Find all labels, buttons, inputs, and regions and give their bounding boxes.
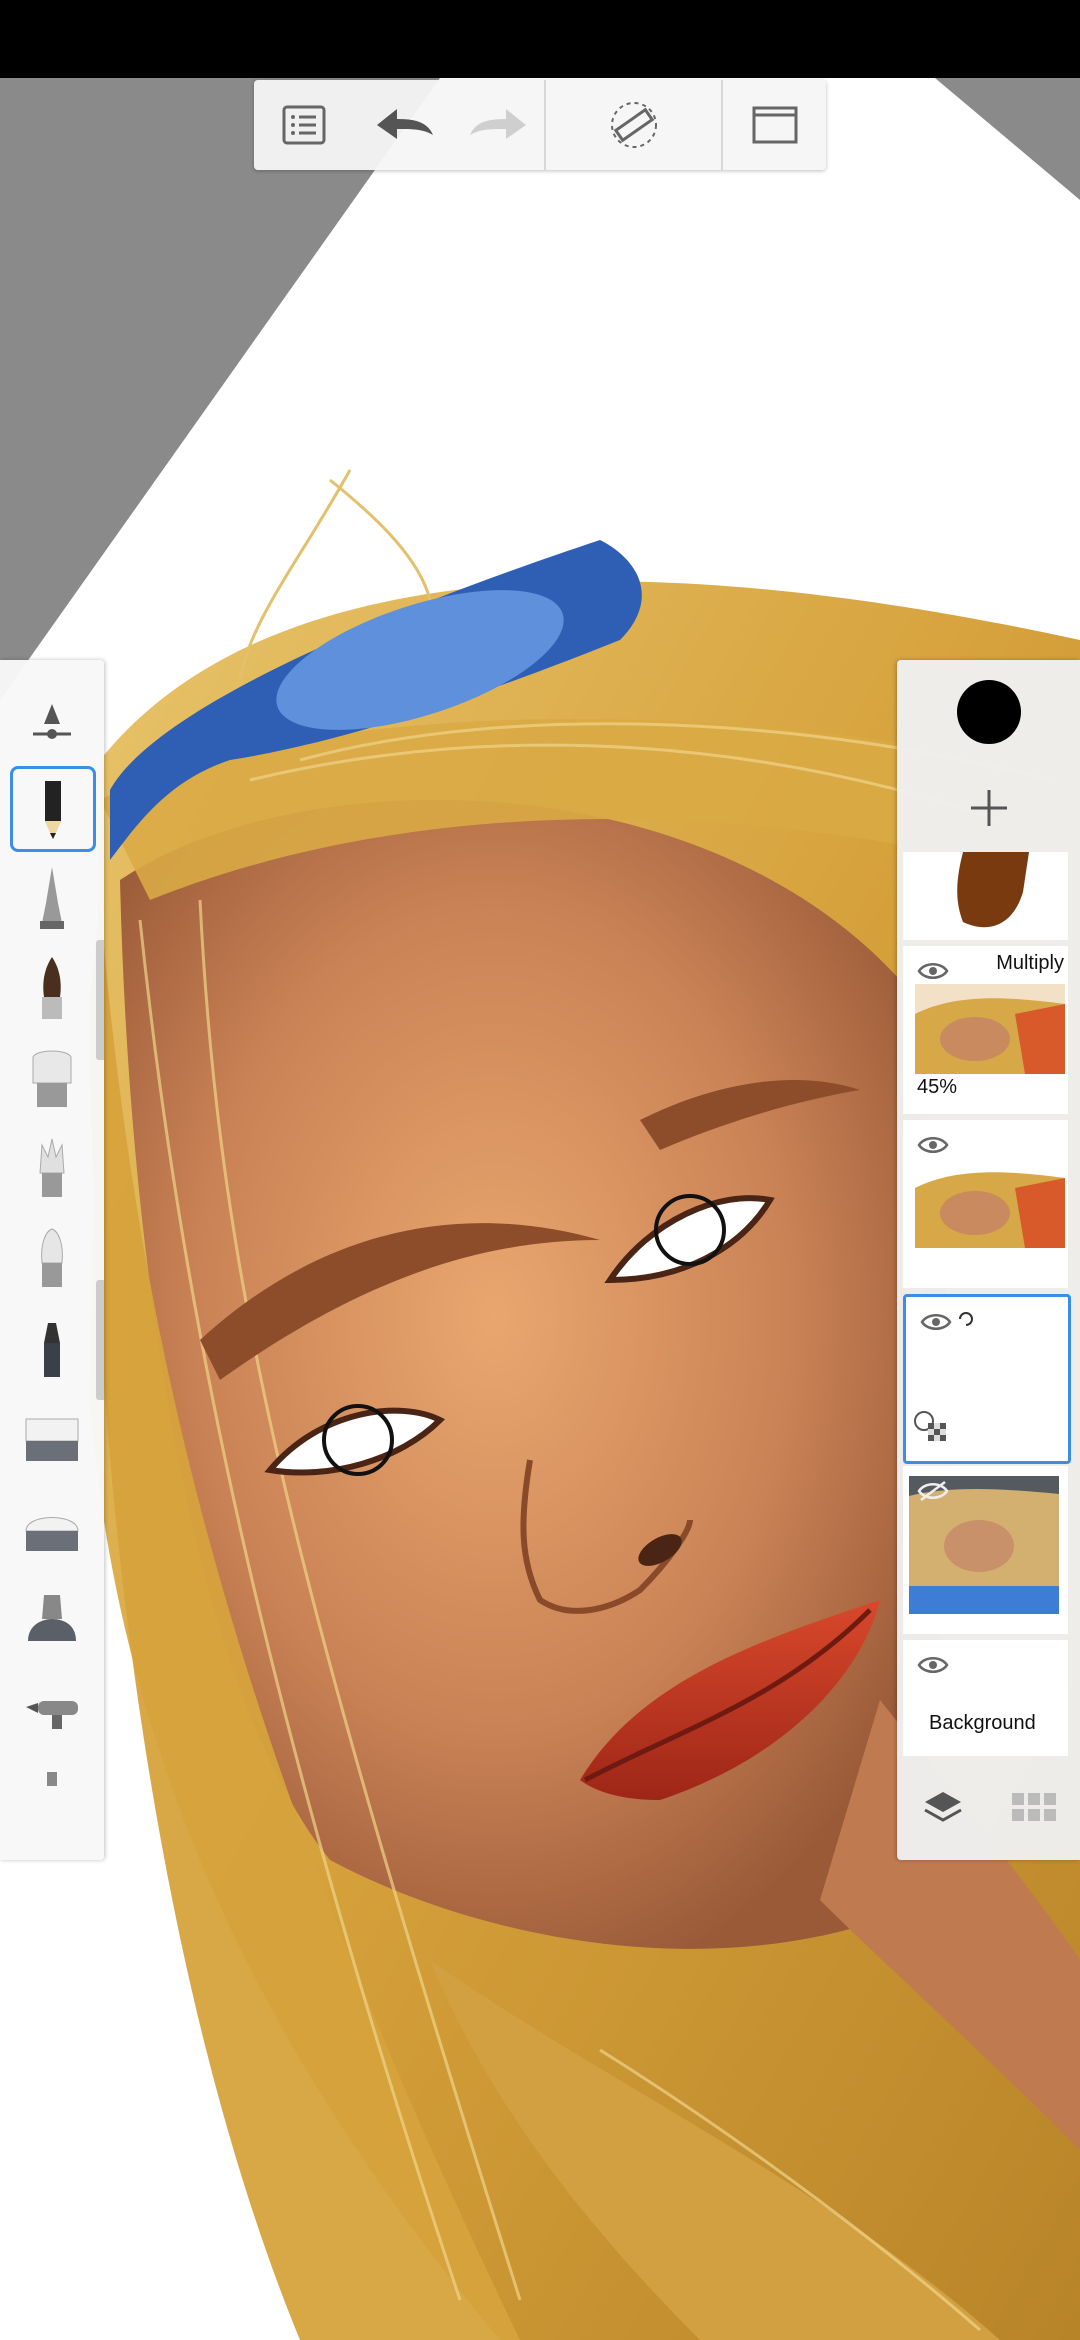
top-toolbar — [254, 80, 826, 170]
brush-scroll-handle-2[interactable] — [96, 1280, 104, 1400]
pencil-brush-icon[interactable] — [10, 766, 96, 852]
hidden-eye-icon[interactable] — [917, 1480, 949, 1502]
layer-thumbnail — [915, 984, 1065, 1074]
color-swatch[interactable] — [957, 680, 1021, 744]
layer-thumbnail — [957, 852, 1029, 928]
layer-panel-footer — [897, 1760, 1080, 1860]
layers-icon[interactable] — [921, 1788, 965, 1833]
brush-palette — [0, 660, 104, 1860]
undo-icon[interactable] — [354, 80, 454, 170]
fullscreen-icon[interactable] — [723, 80, 826, 170]
airbrush-icon[interactable] — [8, 1666, 96, 1752]
marker-icon[interactable] — [8, 1306, 96, 1392]
ruler-icon[interactable] — [546, 80, 721, 170]
list-icon[interactable] — [254, 80, 354, 170]
brush-properties-icon[interactable] — [8, 680, 96, 766]
opacity-label: 45% — [917, 1076, 958, 1098]
lock-transparency-icon[interactable] — [910, 1409, 950, 1445]
layer-photo[interactable] — [903, 1466, 1068, 1634]
layer-portrait[interactable] — [903, 1120, 1068, 1288]
eye-icon[interactable] — [917, 960, 949, 982]
splatter-brush-icon[interactable] — [8, 1126, 96, 1212]
layer-multiply[interactable]: Multiply 45% — [903, 946, 1068, 1114]
eye-icon[interactable] — [917, 1654, 949, 1676]
wide-brush-icon[interactable] — [8, 1036, 96, 1122]
layer-background[interactable]: Background — [903, 1640, 1068, 1756]
redo-icon[interactable] — [454, 80, 544, 170]
status-bar — [0, 0, 1080, 78]
blend-mode-label: Multiply — [996, 952, 1064, 974]
layer-thumbnail — [915, 1158, 1065, 1248]
transform-icon[interactable] — [954, 1307, 978, 1331]
paintbrush-icon[interactable] — [8, 946, 96, 1032]
soft-eraser-icon[interactable] — [8, 1486, 96, 1572]
layer-hair-sketch[interactable] — [903, 852, 1068, 940]
eye-icon[interactable] — [917, 1134, 949, 1156]
eye-icon[interactable] — [920, 1311, 952, 1333]
layer-name: Background — [929, 1712, 1036, 1734]
add-layer-icon[interactable] — [963, 782, 1015, 834]
brush-scroll-handle[interactable] — [96, 940, 104, 1060]
grid-icon[interactable] — [1012, 1792, 1057, 1828]
ballpoint-pen-icon[interactable] — [8, 856, 96, 942]
smudge-icon[interactable] — [8, 1576, 96, 1662]
hard-eraser-icon[interactable] — [8, 1396, 96, 1482]
layer-empty-selected[interactable] — [903, 1294, 1071, 1464]
more-brushes-icon[interactable] — [8, 1756, 96, 1796]
layer-panel: Multiply 45% Background — [897, 660, 1080, 1860]
soft-brush-icon[interactable] — [8, 1216, 96, 1302]
